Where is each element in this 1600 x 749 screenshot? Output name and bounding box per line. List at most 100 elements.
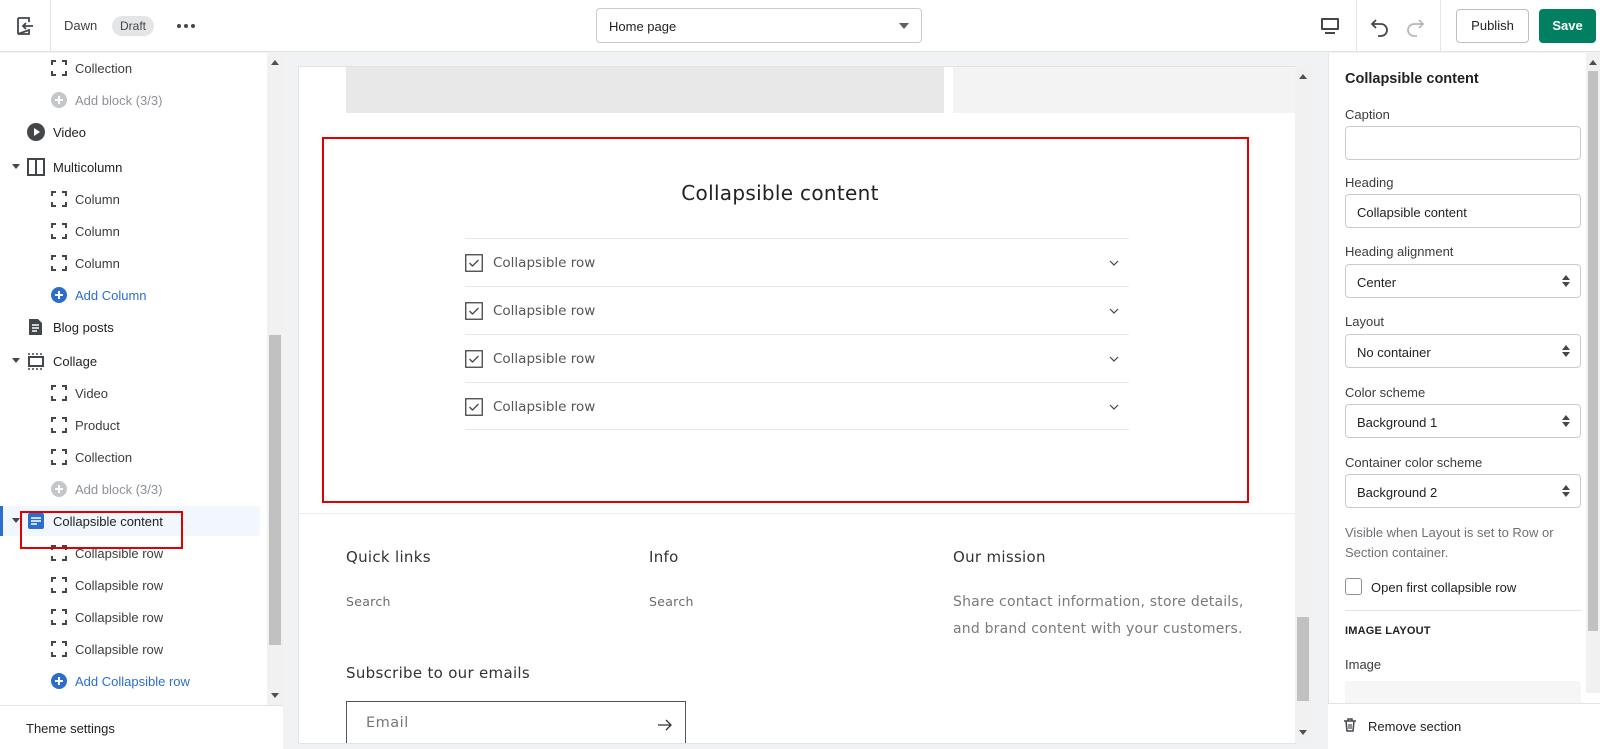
play-icon [27, 123, 45, 141]
add-column-button[interactable]: Add Column [0, 280, 260, 310]
sections-sidebar: Collection Add block (3/3) Video Multico… [0, 53, 283, 749]
divider [299, 513, 1295, 514]
caret-down-icon[interactable] [12, 164, 20, 169]
caret-down-icon[interactable] [12, 358, 20, 363]
block-icon [51, 449, 67, 465]
caret-down-icon[interactable] [12, 518, 20, 523]
collapsible-row-label: Collapsible row [493, 351, 596, 367]
tree-block-collection[interactable]: Collection [0, 53, 260, 83]
add-collapsible-row-button[interactable]: Add Collapsible row [0, 666, 260, 696]
add-circle-icon [51, 481, 67, 497]
checkmark-icon [465, 398, 483, 416]
scroll-thumb[interactable] [1297, 617, 1309, 701]
block-icon [51, 417, 67, 433]
layout-label: Layout [1345, 314, 1385, 329]
collapsible-row[interactable]: Collapsible row [465, 286, 1129, 334]
theme-settings-button[interactable]: Theme settings [0, 705, 283, 749]
publish-button[interactable]: Publish [1456, 9, 1529, 43]
add-block-button[interactable]: Add block (3/3) [0, 474, 260, 504]
heading-alignment-select[interactable]: Center [1345, 264, 1581, 298]
remove-section-label: Remove section [1368, 719, 1462, 734]
preview-scrollbar[interactable] [1295, 67, 1311, 743]
arrow-right-icon[interactable] [657, 718, 673, 732]
undo-icon[interactable] [1368, 14, 1392, 38]
heading-alignment-label: Heading alignment [1345, 244, 1454, 259]
tree-section-multicolumn[interactable]: Multicolumn [0, 152, 260, 182]
tree-block-collapsible-row[interactable]: Collapsible row [0, 634, 260, 664]
block-icon [51, 577, 67, 593]
email-placeholder: Email [366, 715, 409, 731]
open-first-row-checkbox[interactable] [1345, 578, 1362, 595]
tree-item-label: Collapsible row [75, 610, 164, 625]
image-placeholder [346, 67, 944, 113]
page-selector[interactable]: Home page [596, 8, 922, 43]
settings-scrollbar[interactable] [1586, 53, 1600, 693]
section-tree: Collection Add block (3/3) Video Multico… [0, 53, 267, 705]
desktop-icon[interactable] [1319, 15, 1341, 37]
tree-block-video[interactable]: Video [0, 378, 260, 408]
caption-field[interactable] [1345, 126, 1581, 160]
scroll-up-icon[interactable] [271, 60, 279, 65]
color-scheme-value: Background 1 [1357, 415, 1438, 430]
tree-item-label: Video [53, 125, 87, 140]
panel-title: Collapsible content [1345, 71, 1479, 87]
chevron-down-icon [1109, 260, 1119, 266]
tree-block-column[interactable]: Column [0, 248, 260, 278]
collapsible-row[interactable]: Collapsible row [465, 238, 1129, 286]
highlight-annotation [20, 511, 183, 549]
container-color-scheme-select[interactable]: Background 2 [1345, 474, 1581, 508]
tree-block-column[interactable]: Column [0, 184, 260, 214]
scroll-thumb[interactable] [269, 335, 281, 645]
sidebar-scrollbar[interactable] [267, 53, 283, 705]
tree-item-label: Add block (3/3) [75, 93, 163, 108]
remove-section-button[interactable]: Remove section [1328, 703, 1600, 749]
tree-item-label: Multicolumn [53, 160, 123, 175]
image-label: Image [1345, 657, 1382, 672]
footer-link-search[interactable]: Search [346, 594, 391, 609]
layout-select[interactable]: No container [1345, 334, 1581, 368]
tree-block-collection[interactable]: Collection [0, 442, 260, 472]
collapsible-row[interactable]: Collapsible row [465, 334, 1129, 382]
exit-icon[interactable] [14, 15, 36, 37]
scroll-thumb[interactable] [1588, 71, 1598, 631]
scroll-down-icon[interactable] [271, 693, 279, 698]
open-first-row-label[interactable]: Open first collapsible row [1371, 580, 1516, 595]
tree-block-collapsible-row[interactable]: Collapsible row [0, 602, 260, 632]
newsletter-email-field[interactable]: Email [346, 701, 686, 743]
scroll-down-icon[interactable] [1299, 730, 1307, 735]
tree-section-blog-posts[interactable]: Blog posts [0, 312, 260, 342]
footer-heading-info: Info [649, 548, 679, 566]
collapsible-row-label: Collapsible row [493, 399, 596, 415]
image-placeholder [953, 67, 1295, 113]
collapsible-row[interactable]: Collapsible row [465, 382, 1129, 430]
divider [50, 0, 51, 52]
more-actions-icon[interactable] [176, 16, 196, 36]
chevron-down-icon [1109, 308, 1119, 314]
heading-field[interactable]: Collapsible content [1345, 194, 1581, 228]
tree-section-collage[interactable]: Collage [0, 346, 260, 376]
selection-indicator [0, 506, 3, 536]
tree-item-label: Collage [53, 354, 98, 369]
storefront-preview: Collapsible content Collapsible row Coll… [299, 67, 1295, 743]
save-button[interactable]: Save [1539, 9, 1596, 43]
tree-item-label: Blog posts [53, 320, 114, 335]
caption-label: Caption [1345, 107, 1390, 122]
redo-icon[interactable] [1403, 14, 1427, 38]
section-settings-panel: Collapsible content Caption Heading Coll… [1328, 53, 1600, 749]
tree-block-product[interactable]: Product [0, 410, 260, 440]
tree-block-column[interactable]: Column [0, 216, 260, 246]
scroll-up-icon[interactable] [1299, 74, 1307, 79]
top-bar: Dawn Draft Home page Publish Save [0, 0, 1600, 52]
tree-item-label: Product [75, 418, 120, 433]
image-layout-heading: IMAGE LAYOUT [1345, 625, 1431, 637]
tree-item-label: Column [75, 224, 120, 239]
tree-item-label: Collapsible row [75, 642, 164, 657]
tree-block-collapsible-row[interactable]: Collapsible row [0, 570, 260, 600]
add-block-button[interactable]: Add block (3/3) [0, 85, 260, 115]
chevron-down-icon [1109, 356, 1119, 362]
tree-section-video[interactable]: Video [0, 117, 260, 147]
tree-item-label: Column [75, 192, 120, 207]
footer-link-search[interactable]: Search [649, 594, 694, 609]
scroll-up-icon[interactable] [1589, 60, 1597, 65]
color-scheme-select[interactable]: Background 1 [1345, 404, 1581, 438]
